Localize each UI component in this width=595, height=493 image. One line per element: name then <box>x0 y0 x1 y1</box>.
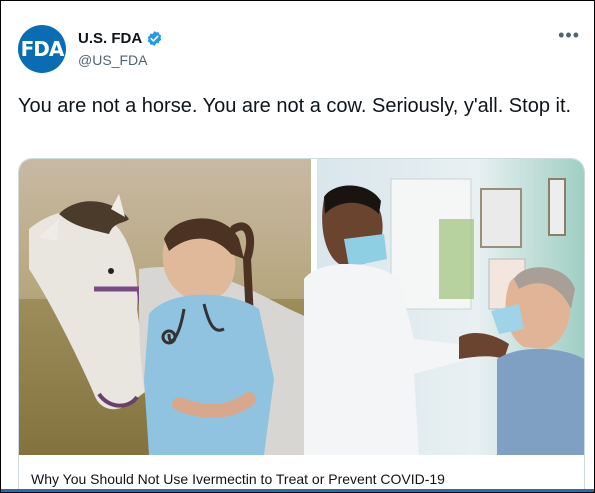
card-image[interactable] <box>19 159 584 455</box>
card-title[interactable]: Why You Should Not Use Ivermectin to Tre… <box>31 471 445 487</box>
tweet-card: FDA U.S. FDA @US_FDA ••• You are not a h… <box>0 0 595 493</box>
verified-badge-icon <box>147 31 162 46</box>
link-preview-card[interactable]: Why You Should Not Use Ivermectin to Tre… <box>18 158 585 492</box>
bottom-strip <box>1 489 594 492</box>
display-name[interactable]: U.S. FDA <box>78 30 142 47</box>
name-row: U.S. FDA <box>78 30 163 47</box>
fda-logo: FDA <box>20 37 65 61</box>
handle[interactable]: @US_FDA <box>78 52 147 68</box>
tweet-text: You are not a horse. You are not a cow. … <box>18 95 572 117</box>
avatar[interactable]: FDA <box>18 25 66 73</box>
more-horizontal-icon[interactable]: ••• <box>558 25 580 46</box>
